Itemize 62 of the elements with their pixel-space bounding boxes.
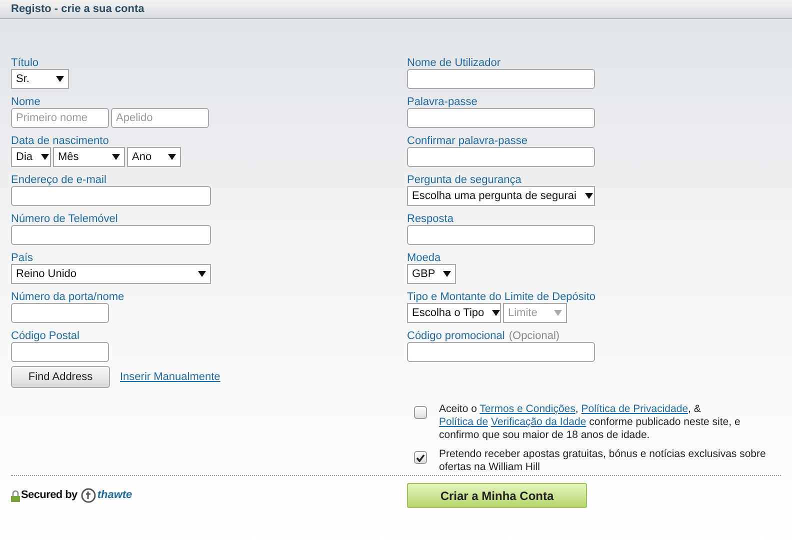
caret-icon [168,154,176,160]
dropdown[interactable]: Reino Unido [11,264,211,284]
input-field[interactable]: Primeiro nome [11,108,109,128]
caret-icon [554,310,562,316]
input-field[interactable] [407,147,595,167]
field-label: Número da porta/nome [11,291,124,303]
caret-icon [492,310,500,316]
caret-icon [584,193,592,199]
input-field[interactable] [407,342,595,362]
field-label: Moeda [407,252,441,264]
padlock-icon [11,490,20,502]
optional-note: (Opcional) [508,330,560,342]
agreement-text: Aceito o Termos e Condições, Política de Privacidade, & Política de Verificação da Idade conforme publicado neste site, e confirmo que sou maior de 18 anos de idade. [439,403,742,442]
input-field[interactable] [407,108,595,128]
input-field[interactable]: Apelido [111,108,209,128]
field-label: Palavra-passe [407,96,478,108]
field-label: Pergunta de segurança [407,174,522,186]
checkbox[interactable] [414,451,427,464]
input-field[interactable] [11,186,211,206]
field-label: País [11,252,34,264]
dropdown[interactable]: Dia [11,147,51,167]
dropdown[interactable]: Escolha uma pergunta de segurai [407,186,595,206]
field-label: Título [11,57,39,69]
checkbox[interactable] [414,406,427,419]
find-address-button[interactable]: Find Address [11,366,110,388]
dropdown[interactable]: GBP [407,264,456,284]
dropdown[interactable]: Sr. [11,69,69,89]
dropdown[interactable]: Escolha o Tipo [407,303,501,323]
dropdown[interactable]: Ano [127,147,181,167]
field-label: Nome [11,96,40,108]
field-label: Confirmar palavra-passe [407,135,528,147]
dropdown[interactable]: Mês [53,147,125,167]
caret-icon [56,76,64,82]
field-label: Número de Telemóvel [11,213,118,225]
input-field[interactable] [11,342,109,362]
checkmark-icon [416,454,425,462]
secured-by-text: Secured by [21,488,78,504]
policy-link[interactable]: Política de Privacidade [581,403,688,415]
input-field[interactable] [11,303,109,323]
caret-icon [198,271,206,277]
brand-logo-text: thawte [97,488,132,504]
circled-t-icon [81,488,96,503]
field-label: Nome de Utilizador [407,57,501,69]
caret-icon [443,271,452,277]
policy-link[interactable]: Política de [439,416,488,428]
field-label: Código promocional [407,330,505,342]
field-label: Tipo e Montante do Limite de Depósito [407,291,596,303]
caret-icon [112,154,120,160]
input-field[interactable] [407,69,595,89]
field-label: Data de nascimento [11,135,109,147]
agreement-text: Pretendo receber apostas gratuitas, bónus e notícias exclusivas sobre ofertas na William Hill [439,448,767,474]
input-field[interactable] [407,225,595,245]
field-label: Código Postal [11,330,80,342]
field-label: Endereço de e-mail [11,174,106,186]
manual-entry-link[interactable]: Inserir Manualmente [120,368,220,386]
caret-icon [40,154,49,160]
create-account-button[interactable]: Criar a Minha Conta [407,483,587,508]
policy-link[interactable]: Verificação da Idade [491,416,586,428]
input-field[interactable] [11,225,211,245]
policy-link[interactable]: Termos e Condições [480,403,576,415]
page-title: Registo - crie a sua conta [11,2,144,17]
field-label: Resposta [407,213,454,225]
